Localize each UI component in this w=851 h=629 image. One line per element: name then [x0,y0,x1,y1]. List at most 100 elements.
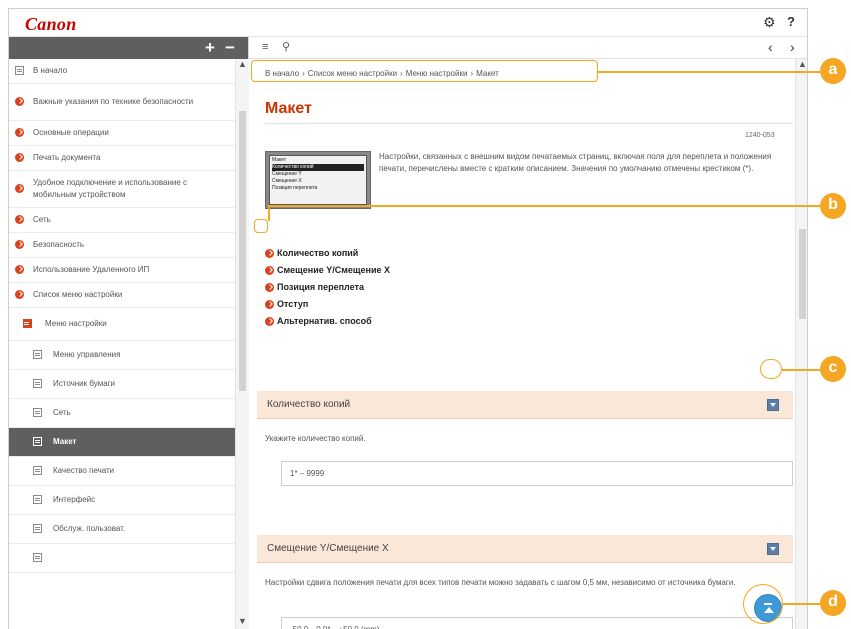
page-icon [33,350,42,359]
callout-highlight-d [743,584,783,624]
chapter-icon [15,184,24,193]
sidebar-item-label: Меню управления [53,350,121,359]
sidebar-item[interactable]: Безопасность [9,233,235,258]
sidebar-item[interactable]: Источник бумаги [9,370,235,399]
sidebar-item-label: Основные операции [33,128,109,137]
content-scroll-thumb[interactable] [799,229,806,319]
main-panel: ≡ ⚲ ‹ › В начало › Список меню настройки › М… [249,37,807,629]
sidebar-item[interactable] [9,544,235,573]
table-of-contents: Количество копий Смещение Y/Смещение X Поз… [265,245,390,330]
toc-link[interactable]: Позиция переплета [265,279,390,296]
callout-marker-a: a [820,58,846,84]
sidebar-item[interactable]: Список меню настройки [9,283,235,308]
page-icon [33,408,42,417]
sidebar-item[interactable]: Качество печати [9,457,235,486]
toc-link-label: Отступ [277,299,309,309]
sidebar-item-label: Сеть [53,408,71,417]
toc-link-label: Позиция переплета [277,282,364,292]
scroll-down-icon[interactable]: ▼ [238,616,247,626]
page-title: Макет [265,100,312,117]
collapse-all-button[interactable]: − [225,38,235,58]
page-icon [33,553,42,562]
section-title: Количество копий [267,399,351,410]
page-icon [33,495,42,504]
sidebar-item[interactable]: Сеть [9,208,235,233]
chapter-icon [15,265,24,274]
search-icon[interactable]: ⚲ [282,40,290,53]
arrow-circle-icon [265,266,274,275]
toc-link-label: Количество копий [277,248,359,258]
content-scrollbar[interactable]: ▲ [795,59,807,629]
callout-marker-d: d [820,590,846,616]
callout-highlight-c [760,359,782,379]
scroll-up-icon[interactable]: ▲ [238,59,247,69]
lcd-line: Смещение Y [272,171,302,177]
arrow-circle-icon [265,300,274,309]
toc-link[interactable]: Альтернатив. способ [265,313,390,330]
sidebar-item[interactable]: Использование Удаленного ИП [9,258,235,283]
sidebar-item[interactable]: Основные операции [9,121,235,146]
top-bar: Canon ⚙ ? [9,9,807,37]
sidebar-item[interactable]: Сеть [9,399,235,428]
callout-marker-b: b [820,193,846,219]
page-icon [33,379,42,388]
callout-line-d [783,603,820,605]
sidebar-item[interactable]: Интерфейс [9,486,235,515]
toc-link[interactable]: Количество копий [265,245,390,262]
callout-line-b-vertical [268,205,270,221]
section-text: Настройки сдвига положения печати для вс… [265,578,736,587]
lcd-line: Позиция переплета [272,185,318,191]
callout-line-b-hidden [268,226,820,228]
sidebar-item-label: Сеть [33,215,51,224]
next-page-button[interactable]: › [790,39,795,55]
list-icon[interactable]: ≡ [262,41,268,53]
chapter-icon [15,215,24,224]
prev-page-button[interactable]: ‹ [768,39,773,55]
value-range-box: 1* – 9999 [281,461,793,486]
chapter-icon [15,128,24,137]
sidebar-item[interactable]: Важные указания по технике безопасности [9,84,235,121]
sidebar-item-label: Печать документа [33,153,101,162]
section-title: Смещение Y/Смещение X [267,543,389,554]
value-range-box: -50,0—0,0*—+50,0 (mm) [281,617,793,629]
intro-text: Настройки, связанных с внешним видом печ… [379,152,772,173]
sidebar-item[interactable]: Обслуж. пользоват. [9,515,235,544]
section-header[interactable]: Количество копий [257,391,793,419]
sidebar-item[interactable]: Удобное подключение и использование с мо… [9,171,235,208]
page-icon [15,66,24,75]
sidebar-scroll-thumb[interactable] [239,111,246,391]
help-icon[interactable]: ? [787,14,795,29]
chapter-icon [15,240,24,249]
sidebar-item-label: Использование Удаленного ИП [33,265,150,274]
scroll-up-icon[interactable]: ▲ [798,59,807,69]
arrow-circle-icon [265,249,274,258]
content-area: В начало › Список меню настройки › Меню наст… [249,59,795,629]
toc-link[interactable]: Смещение Y/Смещение X [265,262,390,279]
sidebar-item-label: Важные указания по технике безопасности [33,97,194,106]
lcd-screen: Макет Количество копий Смещение Y Смещение … [269,155,367,205]
sidebar-item[interactable]: Макет [9,428,235,457]
sidebar-item-label: В начало [33,66,68,75]
gear-icon[interactable]: ⚙ [763,14,776,31]
sidebar-item-label: Список меню настройки [33,290,123,299]
collapse-toggle-icon[interactable] [767,543,779,555]
toc-link[interactable]: Отступ [265,296,390,313]
document-id: 1240-053 [745,132,775,139]
main-toolbar: ≡ ⚲ ‹ › [249,37,807,59]
sidebar-item[interactable]: Печать документа [9,146,235,171]
sidebar-item[interactable]: Меню управления [9,341,235,370]
collapse-toggle-icon[interactable] [767,399,779,411]
sidebar-item-label: Меню настройки [45,319,107,328]
section-header[interactable]: Смещение Y/Смещение X [257,535,793,563]
lcd-line: Макет [272,157,287,163]
toc-link-label: Смещение Y/Смещение X [277,265,390,275]
sidebar-item[interactable]: В начало [9,59,235,84]
callout-highlight-b [254,219,268,233]
chapter-icon [15,153,24,162]
sidebar-item[interactable]: Меню настройки [9,308,235,341]
sidebar-scrollbar[interactable]: ▲ ▼ [235,59,249,629]
arrow-circle-icon [265,317,274,326]
expand-all-button[interactable]: + [205,38,215,58]
canon-logo[interactable]: Canon [25,14,77,35]
sidebar-toolbar: + − [9,37,248,59]
